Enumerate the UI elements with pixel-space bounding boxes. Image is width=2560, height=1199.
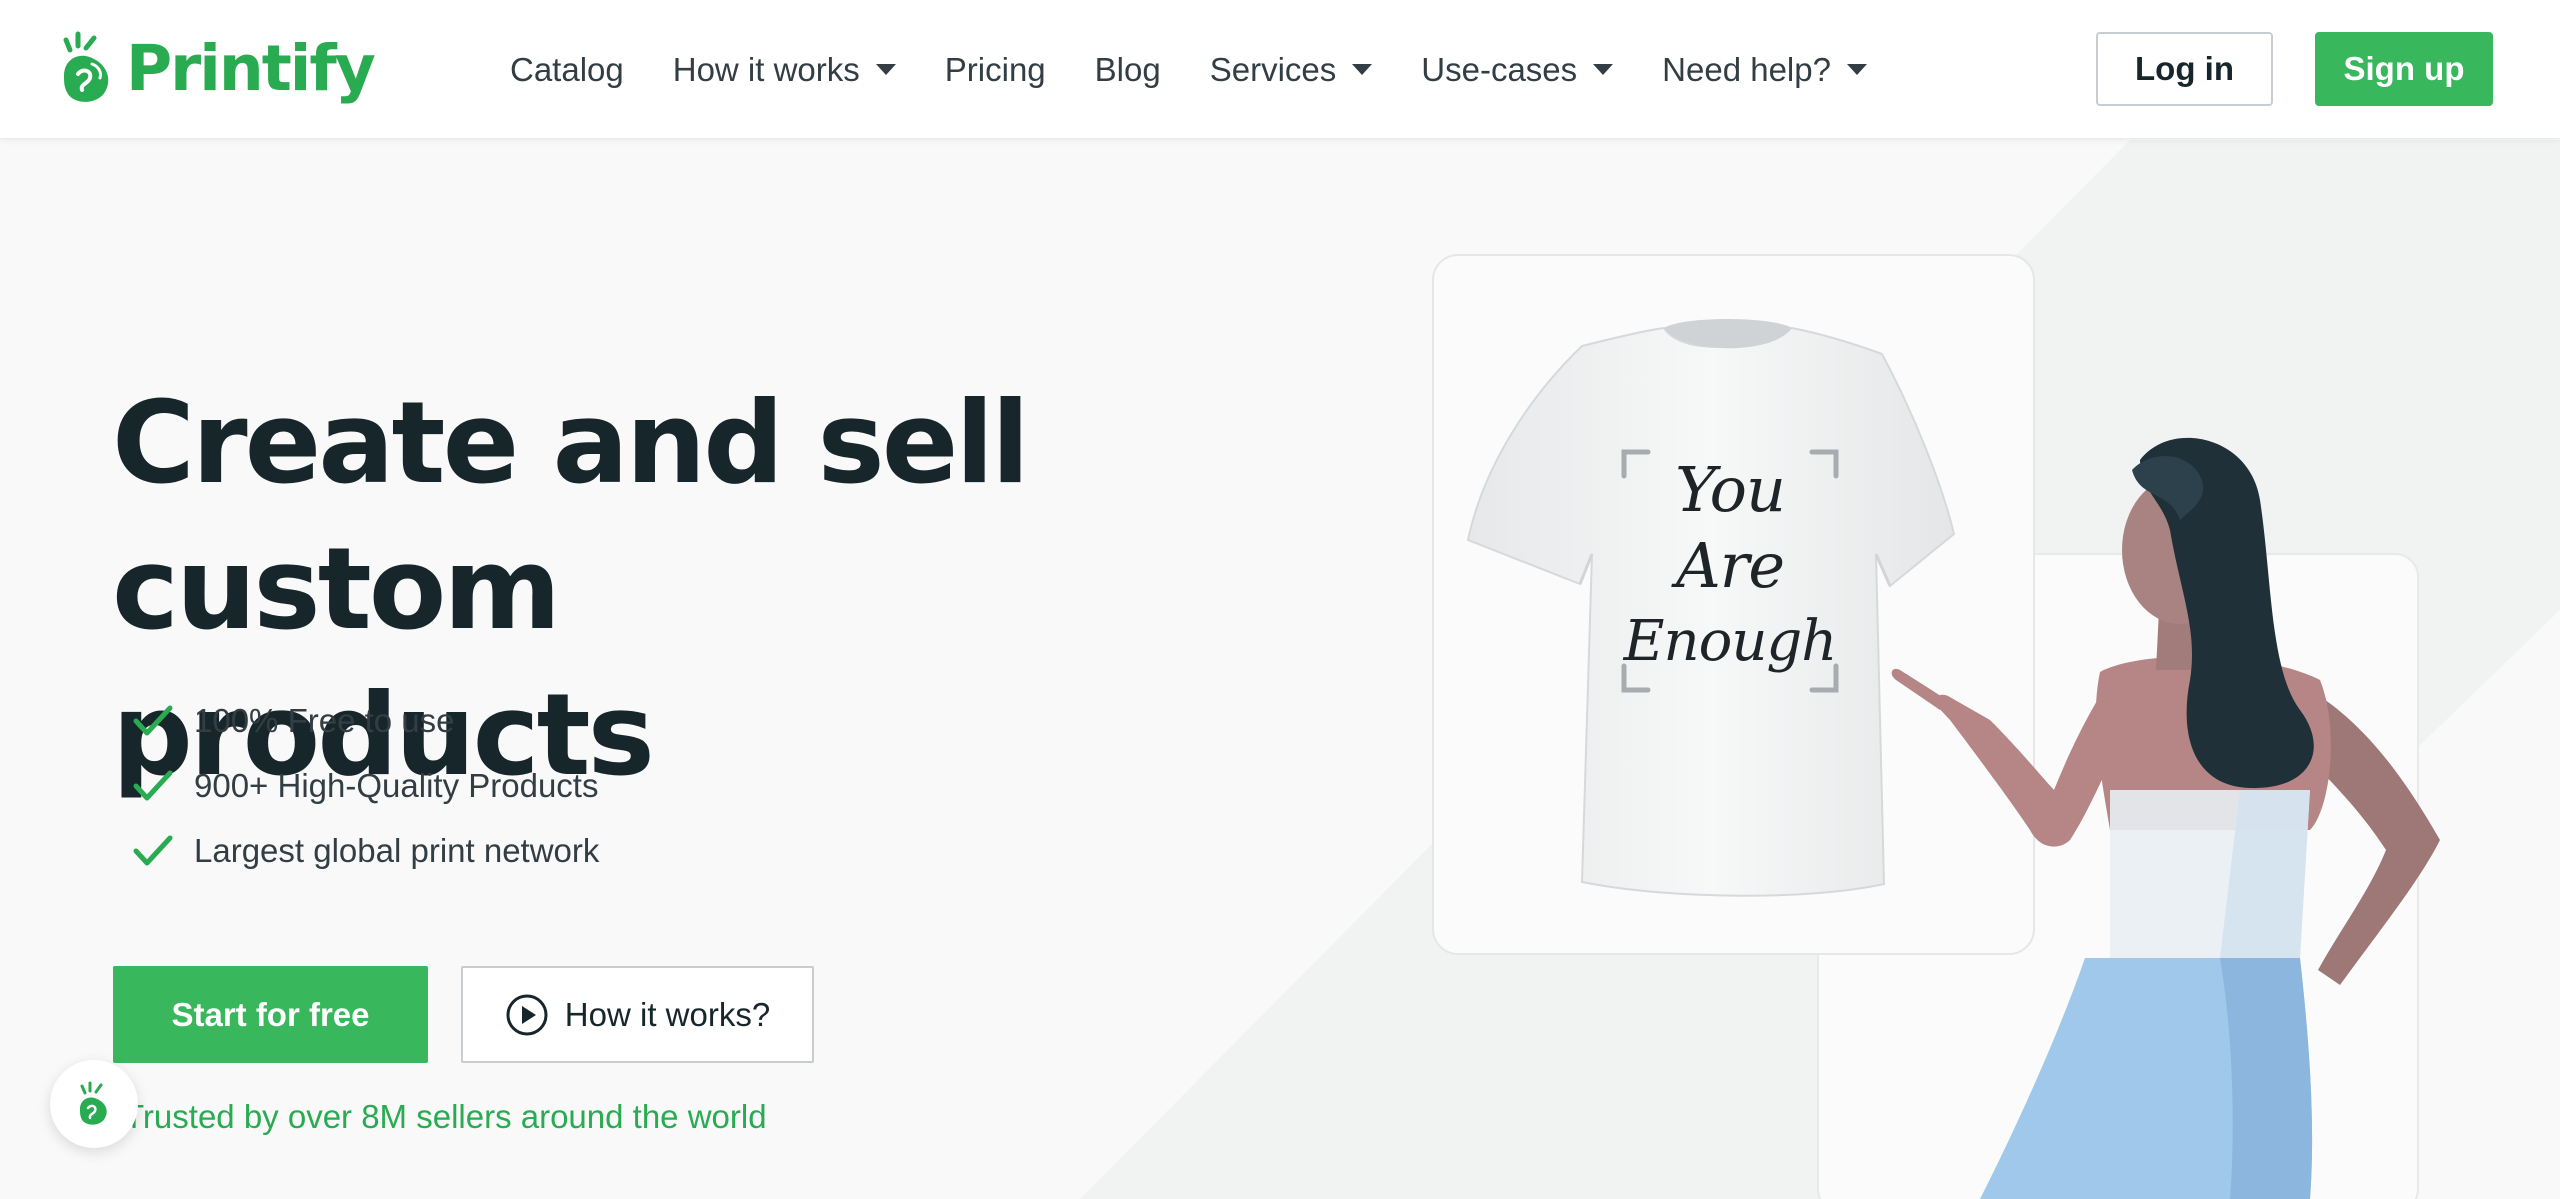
nav-item-pricing[interactable]: Pricing — [945, 51, 1046, 89]
print-line: Are — [1675, 529, 1785, 602]
print-line: Enough — [1623, 609, 1838, 674]
caret-down-icon — [1593, 64, 1614, 75]
caret-down-icon — [1846, 64, 1867, 75]
tshirt-print-text: You Are Enough — [1620, 452, 1840, 680]
feature-list: 100% Free to use 900+ High-Quality Produ… — [132, 688, 599, 883]
logo-wordmark: Printify — [126, 31, 376, 105]
start-for-free-button[interactable]: Start for free — [113, 966, 428, 1063]
nav-item-label: Need help? — [1662, 50, 1831, 88]
site-header: Printify Catalog How it works Pricing Bl… — [0, 0, 2560, 139]
caret-down-icon — [875, 64, 896, 75]
nav-item-label: How it works — [672, 50, 860, 88]
nav-item-need-help[interactable]: Need help? — [1662, 51, 1867, 89]
nav-item-label: Services — [1209, 50, 1337, 88]
printify-logo[interactable]: Printify — [60, 26, 376, 110]
signup-button[interactable]: Sign up — [2315, 32, 2493, 106]
caret-down-icon — [1352, 64, 1373, 75]
feature-item: Largest global print network — [132, 818, 599, 883]
nav-item-label: Use-cases — [1421, 50, 1578, 88]
floating-help-badge[interactable] — [50, 1060, 138, 1148]
nav-item-label: Blog — [1094, 50, 1161, 88]
printify-logo-icon — [63, 31, 109, 102]
nav-item-catalog[interactable]: Catalog — [510, 51, 624, 89]
nav-item-label: Catalog — [510, 50, 624, 88]
nav-item-how-it-works[interactable]: How it works — [673, 51, 896, 89]
feature-label: Largest global print network — [194, 831, 600, 869]
nav-item-services[interactable]: Services — [1210, 51, 1373, 89]
how-it-works-label: How it works? — [564, 995, 771, 1033]
hero-title-line: Create and sell — [112, 377, 1030, 509]
check-icon — [133, 835, 173, 865]
feature-label: 900+ High-Quality Products — [194, 766, 599, 804]
feature-label: 100% Free to use — [194, 701, 455, 739]
nav-item-use-cases[interactable]: Use-cases — [1421, 50, 1614, 89]
check-icon — [133, 705, 173, 735]
check-icon — [133, 770, 173, 800]
trusted-by-text: Trusted by over 8M sellers around the wo… — [124, 1098, 767, 1135]
printify-badge-icon — [80, 1081, 107, 1125]
nav-item-label: Pricing — [944, 50, 1046, 88]
feature-item: 100% Free to use — [132, 688, 599, 753]
feature-item: 900+ High-Quality Products — [132, 753, 599, 818]
woman-illustration — [1891, 437, 2440, 1199]
play-circle-icon — [506, 994, 548, 1035]
login-button[interactable]: Log in — [2096, 32, 2273, 106]
print-line: You — [1675, 453, 1786, 526]
nav-item-blog[interactable]: Blog — [1095, 51, 1161, 89]
how-it-works-button[interactable]: How it works? — [461, 966, 814, 1063]
main-nav: Catalog How it works Pricing Blog Servic… — [510, 0, 1916, 139]
